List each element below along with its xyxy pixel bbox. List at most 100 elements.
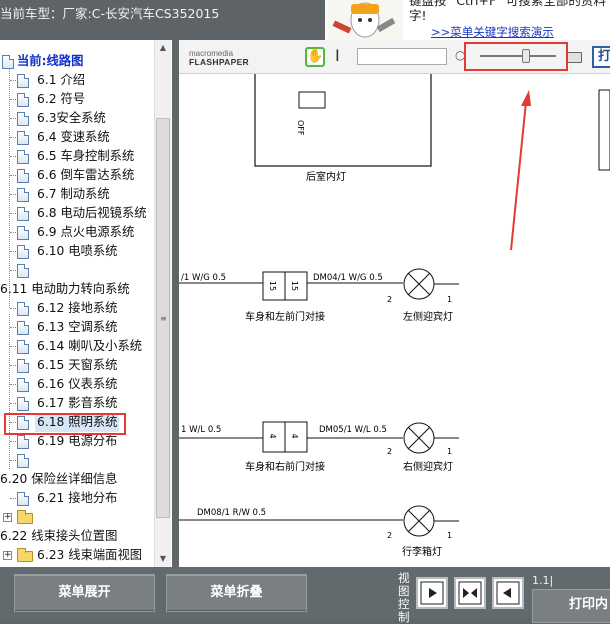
lamp-label: 左侧迎宾灯: [403, 310, 453, 323]
document-icon: [17, 207, 29, 221]
svg-text:1: 1: [447, 531, 452, 540]
tree-item[interactable]: 6.4 变速系统: [0, 128, 154, 147]
print-content-button[interactable]: 打印内: [532, 589, 610, 623]
flashpaper-toolbar: macromedia FLASHPAPER ✋ I ○ 打: [179, 40, 610, 74]
document-icon: [17, 492, 29, 506]
help-text: 键盘按 "Ctrl+F" 可搜索全部的资料 字!: [409, 0, 606, 23]
tree-item[interactable]: 6.15 天窗系统: [0, 356, 154, 375]
tree-item[interactable]: 6.17 影音系统: [0, 394, 154, 413]
tree-root[interactable]: 当前:线路图: [0, 52, 154, 71]
search-demo-link[interactable]: >>菜单关键字搜索演示: [431, 24, 554, 40]
document-icon: [17, 378, 29, 392]
document-icon: [17, 188, 29, 202]
document-icon: [17, 397, 29, 411]
tree-item[interactable]: 6.6 倒车雷达系统: [0, 166, 154, 185]
lamp-label: 右侧迎宾灯: [403, 460, 453, 473]
svg-text:2: 2: [387, 447, 392, 456]
document-icon: [17, 321, 29, 335]
view-control-label: 视图控制: [398, 571, 410, 624]
off-label: OFF: [296, 120, 305, 136]
tree-item[interactable]: [0, 451, 154, 470]
tree-item[interactable]: 6.14 喇叭及小系统: [0, 337, 154, 356]
top-bar: 当前车型：厂家:C-长安汽车CS352015 键盘按 "Ctrl+F" 可搜索全…: [0, 0, 610, 40]
document-icon: [17, 454, 29, 468]
document-icon: [17, 112, 29, 126]
bottom-bar: 菜单展开 菜单折叠 视图控制 1.1| 打印内: [0, 567, 610, 624]
document-icon: [17, 435, 29, 449]
folder-icon: [17, 510, 33, 524]
document-icon: [17, 264, 29, 278]
menu-tree-panel: 当前:线路图 6.1 介绍 6.2 符号 6.3安全系统 6.4 变速系统 6.…: [0, 40, 172, 567]
hand-tool-button[interactable]: ✋: [305, 47, 325, 67]
svg-text:2: 2: [387, 531, 392, 540]
scroll-thumb[interactable]: ≡: [156, 118, 170, 518]
document-icon: [17, 93, 29, 107]
tree-scrollbar[interactable]: ▲ ≡ ▼: [154, 40, 171, 567]
printer-icon[interactable]: [567, 52, 582, 63]
wire-label: /1 W/G 0.5: [181, 273, 226, 283]
wire-label: DM04/1 W/G 0.5: [313, 273, 383, 283]
svg-text:15: 15: [268, 281, 277, 291]
text-select-icon[interactable]: I: [335, 46, 340, 65]
document-icon: [17, 302, 29, 316]
svg-text:4: 4: [268, 433, 277, 438]
document-icon: [17, 340, 29, 354]
expand-icon[interactable]: +: [3, 551, 12, 560]
scroll-up-icon[interactable]: ▲: [155, 40, 171, 56]
tree-folder[interactable]: +: [0, 508, 154, 527]
wire-label: DM08/1 R/W 0.5: [197, 508, 266, 518]
highlight-box: [464, 42, 568, 71]
lamp-label: 行李箱灯: [402, 545, 442, 558]
menu-collapse-button[interactable]: 菜单折叠: [166, 574, 307, 612]
flashpaper-logo: macromedia FLASHPAPER: [189, 49, 249, 67]
tree-item[interactable]: 6.10 电喷系统: [0, 242, 154, 261]
tree-item[interactable]: [0, 261, 154, 280]
tree-item[interactable]: 6.16 仪表系统: [0, 375, 154, 394]
document-icon: [2, 55, 14, 69]
document-icon: [17, 150, 29, 164]
document-icon: [17, 169, 29, 183]
tree-folder[interactable]: +6.23 线束端面视图: [0, 546, 154, 565]
tree-item[interactable]: 6.8 电动后视镜系统: [0, 204, 154, 223]
menu-expand-button[interactable]: 菜单展开: [14, 574, 155, 612]
tree-item[interactable]: 6.21 接地分布: [0, 489, 154, 508]
tree-item[interactable]: 6.9 点火电源系统: [0, 223, 154, 242]
search-input[interactable]: [357, 48, 447, 65]
document-icon: [17, 359, 29, 373]
tree-item[interactable]: 6.7 制动系统: [0, 185, 154, 204]
tree-item[interactable]: 6.20 保险丝详细信息: [0, 470, 154, 489]
tree-item[interactable]: 6.13 空调系统: [0, 318, 154, 337]
connector-label: 车身和左前门对接: [245, 310, 325, 323]
document-viewer: macromedia FLASHPAPER ✋ I ○ 打 OFF 后室内灯 /…: [179, 40, 610, 567]
tree-item[interactable]: 6.1 介绍: [0, 71, 154, 90]
current-model-label: 当前车型：厂家:C-长安汽车CS352015: [0, 6, 220, 21]
tree-item[interactable]: 6.3安全系统: [0, 109, 154, 128]
tree-item[interactable]: 6.11 电动助力转向系统: [0, 280, 154, 299]
document-icon: [17, 131, 29, 145]
svg-text:1: 1: [447, 295, 452, 304]
tree-item[interactable]: 6.5 车身控制系统: [0, 147, 154, 166]
svg-text:1: 1: [447, 447, 452, 456]
arrow-right-icon: [420, 581, 444, 605]
svg-text:2: 2: [387, 295, 392, 304]
svg-text:4: 4: [290, 433, 299, 438]
tree-item[interactable]: 6.2 符号: [0, 90, 154, 109]
wire-label: DM05/1 W/L 0.5: [319, 425, 387, 435]
scroll-down-icon[interactable]: ▼: [155, 551, 171, 567]
fit-width-button[interactable]: [416, 577, 448, 609]
help-box: 键盘按 "Ctrl+F" 可搜索全部的资料 字! >>菜单关键字搜索演示: [325, 0, 610, 40]
menu-tree: 当前:线路图 6.1 介绍 6.2 符号 6.3安全系统 6.4 变速系统 6.…: [0, 52, 154, 565]
document-icon: [17, 74, 29, 88]
fit-page-button[interactable]: [454, 577, 486, 609]
print-button[interactable]: 打: [592, 46, 610, 68]
tree-item[interactable]: 6.22 线束接头位置图: [0, 527, 154, 546]
collapse-view-button[interactable]: [492, 577, 524, 609]
highlight-box: [4, 413, 126, 435]
connector-label: 车身和右前门对接: [245, 460, 325, 473]
document-icon: [17, 226, 29, 240]
wiring-diagram: OFF 后室内灯 /1 W/G 0.5 15 15 DM04/1 W/G 0.5…: [179, 74, 610, 558]
tree-item[interactable]: 6.12 接地系统: [0, 299, 154, 318]
expand-icon[interactable]: +: [3, 513, 12, 522]
arrow-left-icon: [496, 581, 520, 605]
mascot-image: [327, 0, 403, 40]
